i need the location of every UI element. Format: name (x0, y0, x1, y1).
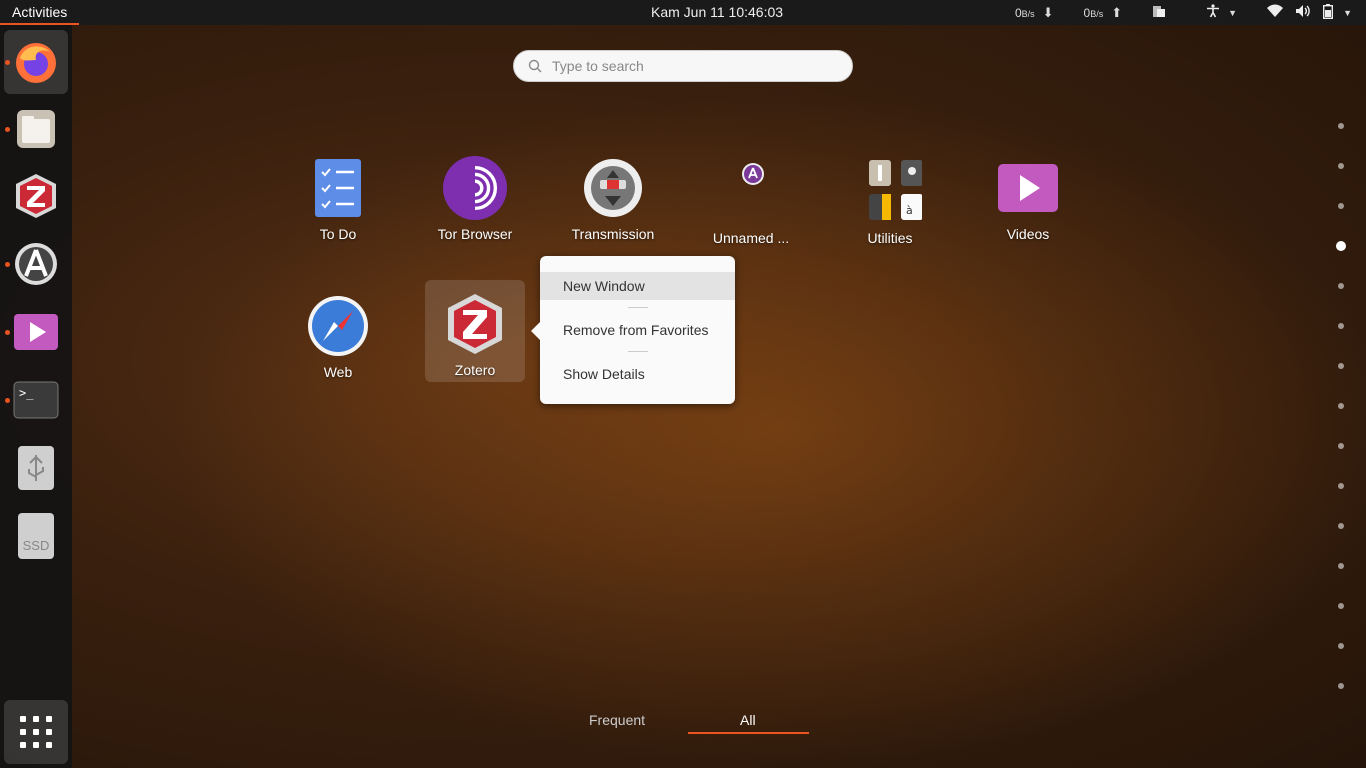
tor-browser-icon (443, 156, 507, 220)
dock-item-usb[interactable] (4, 436, 68, 500)
dock-item-software[interactable] (4, 232, 68, 296)
files-icon (17, 110, 55, 148)
software-icon (15, 243, 57, 285)
page-dot[interactable] (1338, 163, 1344, 169)
dock-item-videos[interactable] (4, 300, 68, 364)
context-menu: New Window Remove from Favorites Show De… (531, 256, 735, 404)
zotero-icon (448, 294, 502, 354)
download-arrow-icon: ⬇ (1042, 4, 1054, 20)
search-box[interactable] (513, 50, 853, 82)
app-web[interactable]: Web (288, 294, 388, 394)
app-transmission[interactable]: Transmission (563, 156, 663, 256)
transmission-icon (584, 159, 642, 217)
app-folder-utilities[interactable]: à Utilities (840, 156, 940, 256)
dock-item-files[interactable] (4, 97, 68, 161)
page-dot[interactable] (1338, 443, 1344, 449)
todo-icon (315, 159, 361, 217)
tab-all[interactable]: All (740, 712, 756, 728)
menu-item-new-window[interactable]: New Window (540, 272, 735, 300)
page-dot-current[interactable] (1336, 241, 1346, 251)
svg-text:>_: >_ (19, 386, 34, 400)
clipboard-icon[interactable] (1152, 4, 1166, 21)
page-dot[interactable] (1338, 683, 1344, 689)
chevron-down-icon[interactable]: ▼ (1343, 8, 1352, 18)
top-bar: Activities Kam Jun 11 10:46:03 0B/s ⬇ 0B… (0, 0, 1366, 25)
battery-icon[interactable] (1323, 3, 1334, 22)
app-tor-browser[interactable]: Tor Browser (425, 156, 525, 256)
search-input[interactable] (550, 57, 824, 75)
tab-selected-indicator (688, 732, 809, 734)
app-label: Zotero (454, 362, 496, 378)
page-dot[interactable] (1338, 563, 1344, 569)
upload-arrow-icon: ⬆ (1111, 4, 1123, 20)
page-dot[interactable] (1338, 483, 1344, 489)
app-label: Videos (1006, 226, 1050, 242)
app-label: Transmission (571, 226, 655, 242)
dock-item-zotero[interactable] (4, 164, 68, 228)
net-down-value: 0B/s (1014, 5, 1035, 20)
ssd-label: SSD (22, 538, 50, 553)
app-label: Utilities (867, 230, 913, 246)
videos-icon (998, 164, 1058, 212)
app-zotero[interactable]: Zotero (425, 280, 525, 382)
search-icon (528, 59, 542, 73)
show-applications-icon (20, 716, 52, 748)
folder-unnamed-icon (742, 163, 764, 185)
app-videos[interactable]: Videos (978, 156, 1078, 256)
page-dot[interactable] (1338, 603, 1344, 609)
ssd-drive-icon: SSD (18, 513, 54, 559)
page-dot[interactable] (1338, 283, 1344, 289)
running-indicator (5, 262, 10, 267)
page-dot[interactable] (1338, 123, 1344, 129)
chevron-down-icon[interactable]: ▼ (1228, 8, 1237, 18)
app-todo[interactable]: To Do (288, 156, 388, 256)
system-tray[interactable]: 0B/s ⬇ 0B/s ⬆ ▼ ▼ (1015, 0, 1366, 25)
page-dot[interactable] (1338, 363, 1344, 369)
app-label: Tor Browser (437, 226, 513, 242)
menu-item-show-details[interactable]: Show Details (540, 360, 735, 388)
running-indicator (5, 60, 10, 65)
running-indicator (5, 330, 10, 335)
wifi-icon[interactable] (1267, 4, 1284, 21)
net-up-value: 0B/s (1083, 5, 1104, 20)
app-label: To Do (319, 226, 357, 242)
dock-item-ssd[interactable]: SSD (4, 504, 68, 568)
page-dot[interactable] (1338, 643, 1344, 649)
running-indicator (5, 398, 10, 403)
web-browser-icon (308, 296, 368, 356)
dock: >_ SSD (0, 25, 72, 768)
page-dot[interactable] (1338, 323, 1344, 329)
running-indicator (5, 127, 10, 132)
clock[interactable]: Kam Jun 11 10:46:03 (651, 4, 783, 20)
terminal-icon: >_ (13, 381, 59, 419)
activities-button[interactable]: Activities (0, 0, 80, 25)
dock-item-firefox[interactable] (4, 30, 68, 94)
svg-text:à: à (906, 204, 913, 217)
menu-item-remove-from-favorites[interactable]: Remove from Favorites (540, 316, 735, 344)
page-dot[interactable] (1338, 403, 1344, 409)
zotero-icon (16, 174, 56, 218)
accessibility-icon[interactable] (1206, 4, 1220, 21)
app-label: Unnamed ... (712, 230, 790, 246)
videos-icon (14, 314, 58, 350)
app-label: Web (323, 364, 353, 380)
firefox-icon (16, 43, 56, 83)
page-dot[interactable] (1338, 523, 1344, 529)
tab-frequent[interactable]: Frequent (589, 712, 645, 728)
volume-icon[interactable] (1295, 4, 1311, 21)
dock-item-terminal[interactable]: >_ (4, 368, 68, 432)
utilities-folder-icon: à (869, 160, 922, 220)
app-folder-unnamed[interactable]: Unnamed ... (701, 156, 801, 256)
menu-separator (628, 307, 648, 308)
usb-drive-icon (18, 446, 54, 490)
show-applications-button[interactable] (4, 700, 68, 764)
page-dot[interactable] (1338, 203, 1344, 209)
menu-separator (628, 351, 648, 352)
